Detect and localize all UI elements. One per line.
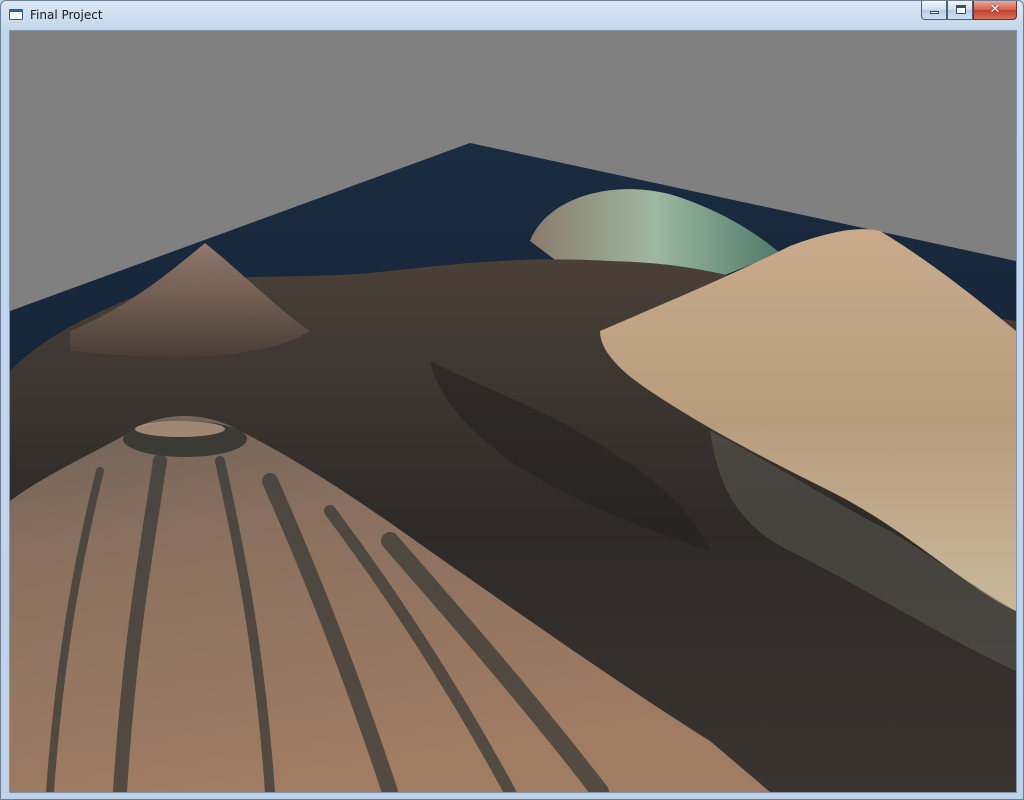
window-app-icon[interactable] bbox=[9, 9, 23, 20]
crater-rim bbox=[135, 421, 225, 437]
app-window: Final Project ✕ bbox=[0, 0, 1024, 800]
window-controls: ✕ bbox=[921, 1, 1017, 21]
maximize-button[interactable] bbox=[947, 1, 973, 20]
maximize-icon bbox=[956, 5, 966, 14]
terrain-scene bbox=[10, 143, 1016, 792]
title-bar[interactable]: Final Project ✕ bbox=[1, 1, 1023, 29]
close-icon: ✕ bbox=[989, 2, 1001, 17]
window-title: Final Project bbox=[30, 8, 103, 22]
minimize-icon bbox=[930, 11, 939, 14]
close-button[interactable]: ✕ bbox=[973, 1, 1017, 20]
render-viewport[interactable] bbox=[9, 30, 1017, 793]
minimize-button[interactable] bbox=[921, 1, 947, 20]
